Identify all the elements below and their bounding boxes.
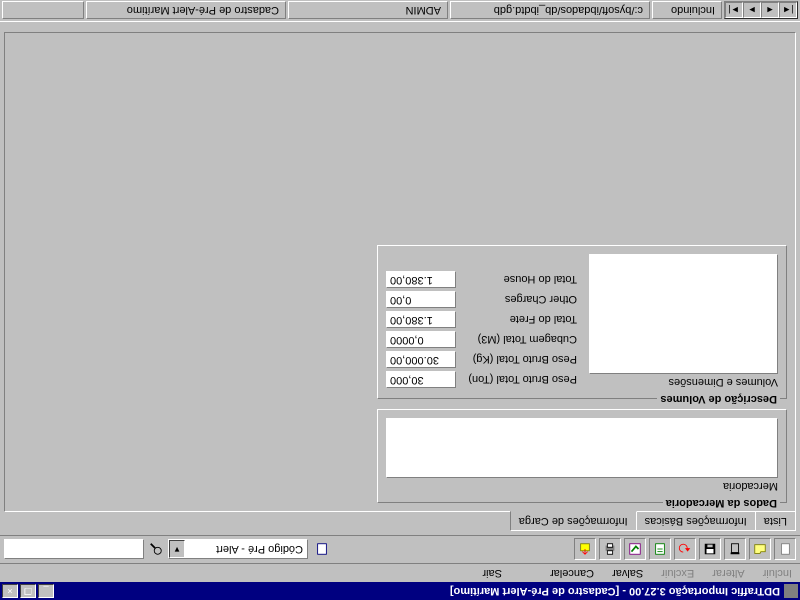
group-mercadoria-title: Dados da Mercadoria [663, 497, 780, 509]
cubagem-value[interactable]: 0,0000 [386, 331, 456, 348]
tool-check-icon[interactable] [624, 539, 646, 561]
combo-label: Código Pré - Alert [185, 544, 307, 556]
window-buttons: _ ❐ × [2, 584, 54, 598]
status-path: c:/bysoft/ibdados/db_ibdtd.gdb [450, 2, 650, 20]
cubagem-label: Cubagem Total (M3) [462, 334, 577, 346]
tool-new-icon[interactable] [774, 539, 796, 561]
mercadoria-label: Mercadoria [386, 480, 778, 492]
nav-prev-icon[interactable]: ◄ [761, 3, 779, 19]
other-charges-label: Other Charges [462, 294, 577, 306]
nav-first-icon[interactable]: |◄ [779, 3, 797, 19]
peso-ton-label: Peso Bruto Total (Ton) [462, 374, 577, 386]
combo-codigo[interactable]: Código Pré - Alert ▼ [168, 540, 308, 560]
status-bar: |◄ ◄ ► ►| Incluindo c:/bysoft/ibdados/db… [0, 0, 800, 22]
group-volumes-title: Descrição de Volumes [657, 393, 780, 405]
group-volumes: Descrição de Volumes Volumes e Dimensões… [377, 245, 787, 399]
tool-export-icon[interactable] [574, 539, 596, 561]
frete-label: Total do Frete [462, 314, 577, 326]
status-spacer [2, 2, 84, 20]
menu-sair[interactable]: Sair [478, 566, 506, 580]
peso-ton-value[interactable]: 30,000 [386, 371, 456, 388]
volumes-textarea[interactable] [589, 254, 778, 374]
menu-bar: Incluir Alterar Excluir Salvar Cancelar … [0, 563, 800, 582]
nav-next-icon[interactable]: ► [743, 3, 761, 19]
volume-fields: Peso Bruto Total (Ton) 30,000 Peso Bruto… [386, 254, 577, 388]
close-button[interactable]: × [2, 584, 18, 598]
menu-alterar[interactable]: Alterar [708, 566, 748, 580]
search-icon[interactable] [147, 541, 165, 559]
search-input[interactable] [4, 540, 144, 560]
maximize-button[interactable]: ❐ [20, 584, 36, 598]
house-value[interactable]: 1.380,00 [386, 271, 456, 288]
tab-info-basicas[interactable]: Informações Básicas [636, 512, 756, 531]
status-user: ADMIN [288, 2, 448, 20]
group-mercadoria: Dados da Mercadoria Mercadoria [377, 409, 787, 503]
status-mode: Incluindo [652, 2, 722, 20]
app-icon [784, 584, 798, 598]
volumes-box: Volumes e Dimensões [589, 254, 778, 388]
chevron-down-icon[interactable]: ▼ [169, 541, 185, 559]
menu-cancelar[interactable]: Cancelar [546, 566, 598, 580]
status-module: Cadastro de Pré-Alert Marítimo [86, 2, 286, 20]
tab-info-carga[interactable]: Informações de Carga [510, 511, 637, 531]
minimize-button[interactable]: _ [38, 584, 54, 598]
tool-open-icon[interactable] [749, 539, 771, 561]
tab-lista[interactable]: Lista [755, 512, 796, 531]
tool-filter-icon[interactable] [311, 539, 333, 561]
title-bar: DDTraffic Importação 3.27.00 - [Cadastro… [0, 582, 800, 600]
menu-incluir[interactable]: Incluir [759, 566, 796, 580]
frete-value[interactable]: 1.380,00 [386, 311, 456, 328]
tab-panel: Dados da Mercadoria Mercadoria Descrição… [4, 32, 796, 512]
record-nav: |◄ ◄ ► ►| [724, 2, 798, 20]
peso-kg-value[interactable]: 30.000,00 [386, 351, 456, 368]
peso-kg-label: Peso Bruto Total (Kg) [462, 354, 577, 366]
house-label: Total do House [462, 274, 577, 286]
tool-save-icon[interactable] [699, 539, 721, 561]
tool-delete-icon[interactable] [724, 539, 746, 561]
tab-bar: Lista Informações Básicas Informações de… [0, 512, 800, 535]
tool-print-icon[interactable] [599, 539, 621, 561]
menu-excluir[interactable]: Excluir [657, 566, 698, 580]
volumes-label: Volumes e Dimensões [589, 376, 778, 388]
mercadoria-textarea[interactable] [386, 418, 778, 478]
toolbar: Código Pré - Alert ▼ [0, 535, 800, 563]
menu-salvar[interactable]: Salvar [608, 566, 647, 580]
nav-last-icon[interactable]: ►| [725, 3, 743, 19]
tool-report-icon[interactable] [649, 539, 671, 561]
tool-undo-icon[interactable] [674, 539, 696, 561]
other-charges-value[interactable]: 0,00 [386, 291, 456, 308]
window-title: DDTraffic Importação 3.27.00 - [Cadastro… [54, 585, 780, 597]
